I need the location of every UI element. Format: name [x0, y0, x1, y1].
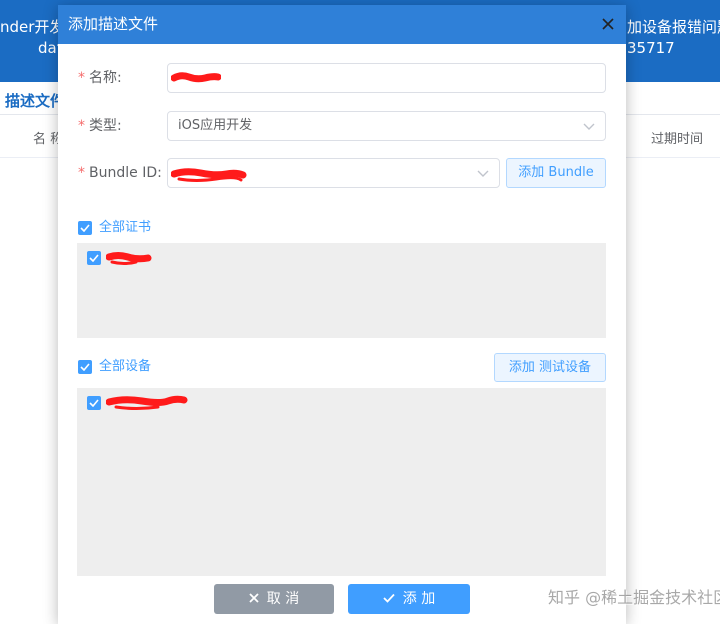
type-select[interactable]: iOS应用开发 [167, 111, 606, 141]
cancel-button[interactable]: 取 消 [214, 584, 334, 614]
header-right-title: 加设备报错问题 [627, 18, 720, 36]
bundle-id-label-text: Bundle ID: [89, 165, 162, 181]
certificate-list [77, 243, 606, 338]
name-input[interactable] [167, 63, 606, 93]
select-all-devices-label[interactable]: 全部设备 [99, 360, 151, 374]
check-icon [80, 363, 90, 371]
add-bundle-button[interactable]: 添加 Bundle [506, 158, 606, 188]
close-icon[interactable] [600, 16, 616, 32]
cancel-button-label: 取 消 [266, 591, 300, 607]
type-label: * 类型: [78, 116, 122, 136]
required-mark: * [78, 70, 85, 86]
add-profile-dialog: 添加描述文件 * 名称: * 类型: iOS应用开发 * Bundle ID: 添加 … [58, 5, 626, 624]
check-icon [80, 224, 90, 232]
check-icon [89, 254, 99, 262]
add-button[interactable]: 添 加 [348, 584, 470, 614]
header-left-title: nder开发 [0, 18, 65, 36]
redaction-mark [106, 395, 188, 410]
type-label-text: 类型: [89, 118, 122, 134]
type-select-value: iOS应用开发 [178, 118, 253, 133]
dialog-title: 添加描述文件 [68, 15, 159, 33]
add-test-device-button[interactable]: 添加 测试设备 [494, 353, 606, 382]
select-all-certificates-label[interactable]: 全部证书 [99, 221, 151, 235]
chevron-down-icon [583, 123, 595, 130]
required-mark: * [78, 165, 85, 181]
bundle-id-select[interactable] [167, 158, 500, 188]
tab-profiles[interactable]: 描述文件 [5, 90, 65, 111]
required-mark: * [78, 118, 85, 134]
column-header-expiry: 过期时间 [651, 132, 704, 147]
redaction-mark [106, 252, 152, 265]
name-label: * 名称: [78, 68, 122, 88]
select-all-certificates-checkbox[interactable] [78, 221, 92, 235]
chevron-down-icon [477, 170, 489, 177]
select-all-devices-checkbox[interactable] [78, 360, 92, 374]
certificate-item-checkbox[interactable] [87, 251, 101, 265]
device-list [77, 388, 606, 576]
x-icon [249, 592, 259, 603]
bundle-id-label: * Bundle ID: [78, 163, 162, 183]
add-button-label: 添 加 [402, 591, 436, 607]
check-icon [89, 399, 99, 407]
device-item-checkbox[interactable] [87, 396, 101, 410]
header-right-subtitle: 35717 [627, 39, 675, 57]
name-label-text: 名称: [89, 70, 122, 86]
check-icon [383, 593, 395, 603]
dialog-header: 添加描述文件 [58, 5, 626, 44]
watermark: 知乎 @稀土掘金技术社区 [548, 588, 720, 607]
